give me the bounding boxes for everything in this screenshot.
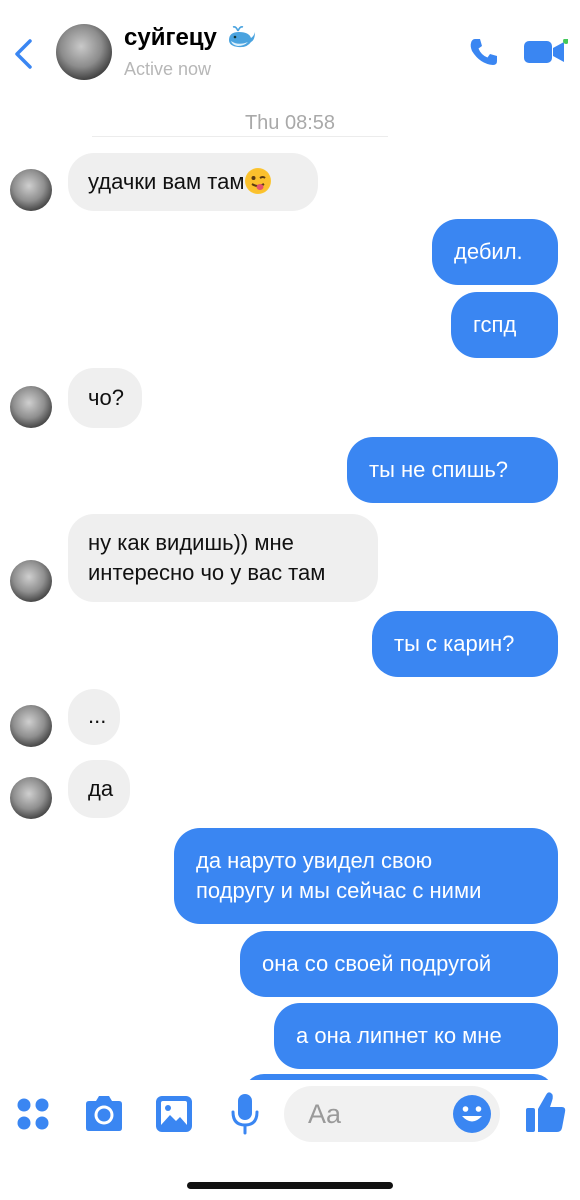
sender-avatar[interactable] (10, 560, 52, 602)
thumbs-up-icon[interactable] (524, 1090, 568, 1134)
winking-face-with-tongue-icon (245, 168, 272, 194)
message-text: а она липнет ко мне (296, 1023, 502, 1048)
message-bubble-incoming[interactable]: да (68, 760, 130, 818)
sender-avatar[interactable] (10, 386, 52, 428)
message-bubble-outgoing[interactable]: ты с карин? (372, 611, 558, 677)
message-bubble-incoming[interactable]: ну как видишь)) мне интересно чо у вас т… (68, 514, 378, 602)
message-text: интересно чо у вас там (88, 560, 326, 585)
message-text: да наруто увидел свою (196, 848, 433, 873)
message-bubble-incoming[interactable]: чо? (68, 368, 142, 428)
message-bubble-outgoing[interactable]: гспд (451, 292, 558, 358)
contact-name[interactable]: суйгецу (124, 24, 217, 52)
apps-grid-icon[interactable] (15, 1096, 51, 1132)
message-text: гспд (473, 312, 517, 337)
message-bubble-outgoing[interactable]: она со своей подругой (240, 931, 558, 997)
home-indicator (187, 1182, 393, 1189)
message-bubble-incoming[interactable]: ... (68, 689, 120, 745)
timestamp-divider (92, 136, 388, 137)
camera-icon[interactable] (82, 1095, 126, 1133)
sender-avatar[interactable] (10, 705, 52, 747)
message-text: дебил. (454, 239, 523, 264)
message-bubble-outgoing[interactable]: дебил. (432, 219, 558, 285)
message-text: подругу и мы сейчас с ними (196, 878, 482, 903)
message-bubble-incoming[interactable]: удачки вам там (68, 153, 318, 211)
emoji-icon[interactable] (452, 1094, 492, 1134)
back-chevron-icon[interactable] (8, 36, 38, 72)
message-text: чо? (88, 385, 124, 410)
message-text: удачки вам там (88, 169, 245, 194)
chat-header: суйгецу Active now (0, 0, 580, 112)
message-text: она со своей подругой (262, 951, 492, 976)
message-input-placeholder: Aa (308, 1099, 342, 1129)
message-text: ... (88, 703, 107, 728)
image-icon[interactable] (155, 1095, 193, 1133)
microphone-icon[interactable] (230, 1093, 260, 1135)
timestamp: Thu 08:58 (244, 112, 336, 134)
presence-status: Active now (124, 59, 212, 79)
message-text: ну как видишь)) мне (88, 530, 294, 555)
message-text: ты с карин? (394, 631, 515, 656)
phone-icon[interactable] (468, 36, 500, 68)
message-bubble-outgoing[interactable]: да наруто увидел свою подругу и мы сейча… (174, 828, 558, 924)
sender-avatar[interactable] (10, 777, 52, 819)
message-text: ты не спишь? (369, 457, 509, 482)
message-text: да (88, 776, 114, 801)
message-bubble-outgoing[interactable]: ты не спишь? (347, 437, 558, 503)
video-camera-icon[interactable] (522, 39, 568, 65)
contact-avatar[interactable] (56, 24, 112, 80)
message-bubble-outgoing[interactable]: а она липнет ко мне (274, 1003, 558, 1069)
whale-emoji-icon (229, 26, 255, 48)
sender-avatar[interactable] (10, 169, 52, 211)
